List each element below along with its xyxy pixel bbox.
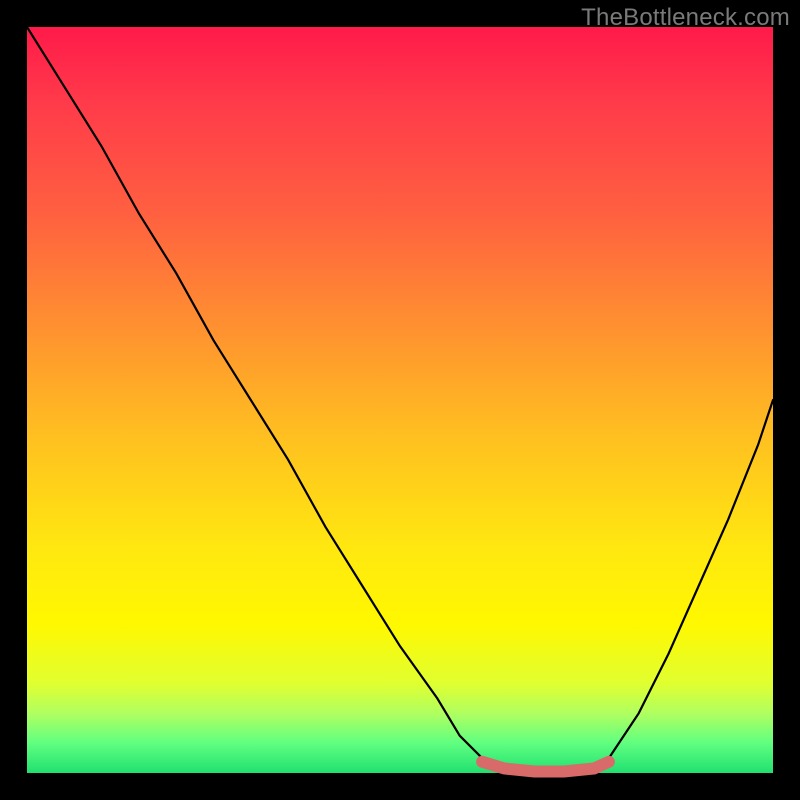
chart-svg [27,27,773,773]
bottleneck-curve [27,27,773,773]
optimal-range-marker [482,762,609,772]
watermark-text: TheBottleneck.com [581,4,790,32]
